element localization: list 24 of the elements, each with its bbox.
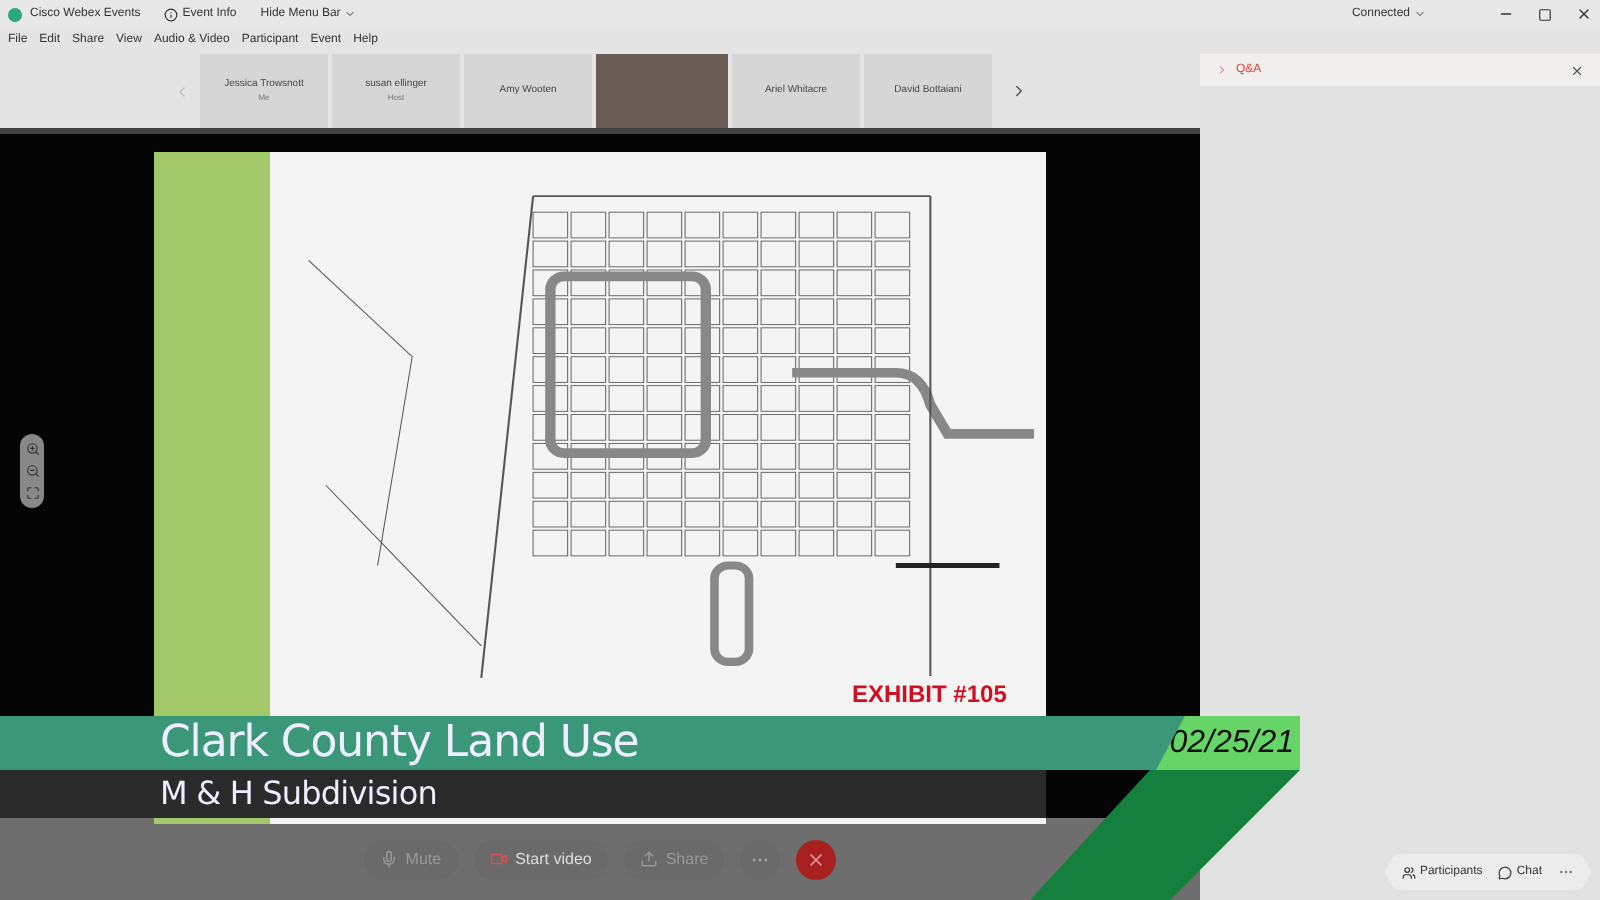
people-icon [1401,865,1416,879]
banner-title: Clark County Land Use [160,721,639,765]
chevron-right-icon[interactable] [1216,64,1228,76]
close-icon[interactable] [1570,63,1584,77]
leave-button[interactable] [796,839,837,879]
close-icon [806,849,827,869]
share-icon [639,850,658,868]
chat-icon [1498,865,1513,879]
caret-icon [344,8,357,20]
close-icon[interactable] [1576,6,1592,22]
app-logo-icon [8,7,22,21]
zoom-in-icon[interactable] [25,442,39,456]
start-video-button[interactable]: Start video [473,839,608,879]
info-icon [164,7,179,21]
fit-icon[interactable] [25,486,39,500]
microphone-icon [379,850,398,868]
video-placeholder [596,54,728,128]
caret-icon [1414,8,1426,20]
banner-subtitle: M & H Subdivision [160,778,437,810]
zoom-out-icon[interactable] [25,464,39,478]
chevron-left-icon [174,83,190,99]
camera-icon [489,850,508,868]
maximize-icon[interactable] [1538,7,1552,21]
banner-date: 02/25/21 [1169,727,1294,759]
